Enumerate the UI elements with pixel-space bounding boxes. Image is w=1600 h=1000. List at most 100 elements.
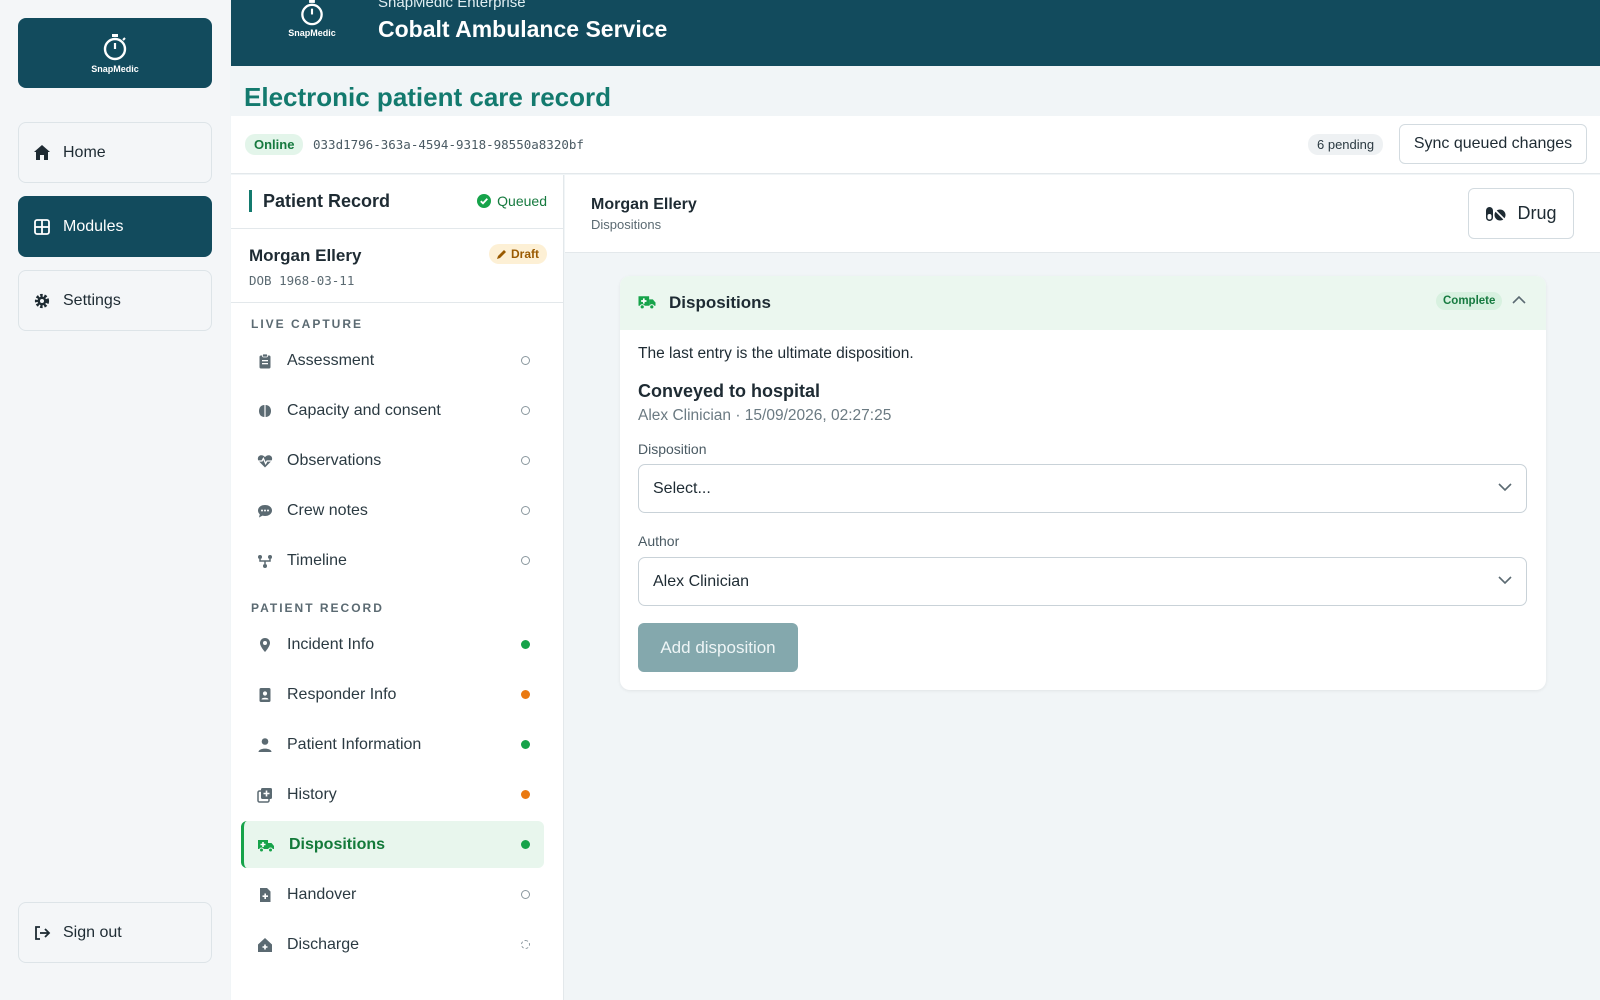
sidebar-item-timeline[interactable]: Timeline [241,537,544,584]
sidebar-item-patient-information[interactable]: Patient Information [241,721,544,768]
dispositions-card: Dispositions Complete The last entry is … [620,276,1546,690]
status-dot [521,506,530,515]
drug-button[interactable]: Drug [1468,188,1574,239]
sign-out-icon [35,925,51,940]
disposition-select-value: Select... [653,479,711,497]
status-dot [521,890,530,899]
online-badge: Online [245,134,304,155]
timeline-icon [258,554,272,568]
status-dot [521,640,530,649]
queued-label: Queued [497,193,547,209]
main-header: Morgan Ellery Dispositions Drug [565,175,1600,253]
product-name: SnapMedic Enterprise [378,0,526,11]
sidebar-item-label: Discharge [287,935,360,953]
patient-name: Morgan Ellery [249,246,362,265]
queued-status: Queued [477,193,547,209]
sidebar-item-label: Dispositions [289,835,386,853]
status-dot [521,406,530,415]
card-title: Dispositions [669,293,772,312]
sign-out-button[interactable]: Sign out [18,902,212,963]
grid-icon [34,218,50,235]
pills-icon [1486,206,1506,221]
clipboard-icon [259,353,271,368]
accent-bar [249,190,252,212]
stopwatch-logo-icon [301,0,323,26]
logo-text: SnapMedic [91,63,139,74]
sidebar-item-capacity-consent[interactable]: Capacity and consent [241,387,544,434]
drug-label: Drug [1517,203,1557,223]
draft-label: Draft [510,247,539,261]
sidebar-item-history[interactable]: History [241,771,544,818]
status-dot [521,790,530,799]
header-logo: SnapMedic [281,0,343,40]
pending-badge: 6 pending [1308,134,1384,155]
home-icon [34,144,50,160]
sidebar-item-label: Patient Information [287,735,422,753]
complete-badge: Complete [1436,292,1503,310]
brain-icon [259,404,271,417]
last-disposition: Conveyed to hospital [638,381,821,401]
gear-icon [34,293,50,308]
sync-queued-changes-button[interactable]: Sync queued changes [1399,124,1587,164]
status-dot [521,690,530,699]
sign-out-label: Sign out [63,923,122,941]
nav-home-button[interactable]: Home [18,122,212,183]
sidebar-item-crew-notes[interactable]: Crew notes [241,487,544,534]
nav-modules-button[interactable]: Modules [18,196,212,257]
sidebar-item-observations[interactable]: Observations [241,437,544,484]
sidebar-item-responder-info[interactable]: Responder Info [241,671,544,718]
organization-name: Cobalt Ambulance Service [378,16,668,42]
header-logo-text: SnapMedic [288,28,336,38]
sidebar-item-label: Incident Info [287,635,375,653]
record-id: 033d1796-363a-4594-9318-98550a8320bf [313,137,584,152]
status-dot [521,740,530,749]
nav-settings-button[interactable]: Settings [18,270,212,331]
ambulance-icon [638,296,656,310]
status-dot [521,356,530,365]
sidebar-item-label: Handover [287,885,357,903]
nav-home-label: Home [63,143,106,161]
id-badge-icon [259,687,271,702]
author-field-label: Author [638,533,680,549]
sidebar-item-incident-info[interactable]: Incident Info [241,621,544,668]
sidebar-title: Patient Record [263,191,391,211]
add-disposition-button[interactable]: Add disposition [638,623,798,672]
patient-summary: Morgan Ellery DOB 1968-03-11 Draft [231,230,563,303]
card-description: The last entry is the ultimate dispositi… [638,345,914,362]
author-select-value: Alex Clinician [653,572,750,590]
ambulance-icon [258,839,274,852]
sidebar-item-label: Assessment [287,351,375,369]
logo-card[interactable]: SnapMedic [18,18,212,88]
sidebar-item-label: Crew notes [287,501,368,519]
check-circle-icon [477,194,492,208]
medical-history-icon [257,787,272,803]
sidebar-item-label: History [287,785,337,803]
author-select[interactable]: Alex Clinician [638,557,1527,606]
chevron-up-icon[interactable] [1512,295,1526,304]
sidebar-item-label: Observations [287,451,382,469]
status-dot [521,556,530,565]
status-dot [521,456,530,465]
disposition-select[interactable]: Select... [638,464,1527,513]
status-bar: Online 033d1796-363a-4594-9318-98550a832… [231,116,1600,174]
file-medical-icon [260,887,271,902]
nav-settings-label: Settings [63,291,121,309]
house-medical-icon [258,937,272,952]
dispositions-card-header[interactable]: Dispositions Complete [620,276,1546,330]
sidebar-item-assessment[interactable]: Assessment [241,337,544,384]
patient-record-heading: PATIENT RECORD [251,601,384,615]
page-title: Electronic patient care record [244,82,612,112]
patient-dob: DOB 1968-03-11 [249,273,355,288]
live-capture-heading: LIVE CAPTURE [251,317,364,331]
main-patient-name: Morgan Ellery [591,196,697,213]
main-section-name: Dispositions [591,217,662,232]
draft-badge: Draft [488,244,547,264]
record-sidebar: Patient Record Queued Morgan Ellery DOB … [231,175,564,1000]
status-dot [521,840,530,849]
sidebar-item-dispositions[interactable]: Dispositions [241,821,544,868]
sidebar-item-discharge[interactable]: Discharge [241,921,544,968]
sidebar-header: Patient Record Queued [231,175,563,229]
app-header: SnapMedic SnapMedic Enterprise Cobalt Am… [231,0,1600,66]
sidebar-item-handover[interactable]: Handover [241,871,544,918]
nav-modules-label: Modules [63,217,124,235]
